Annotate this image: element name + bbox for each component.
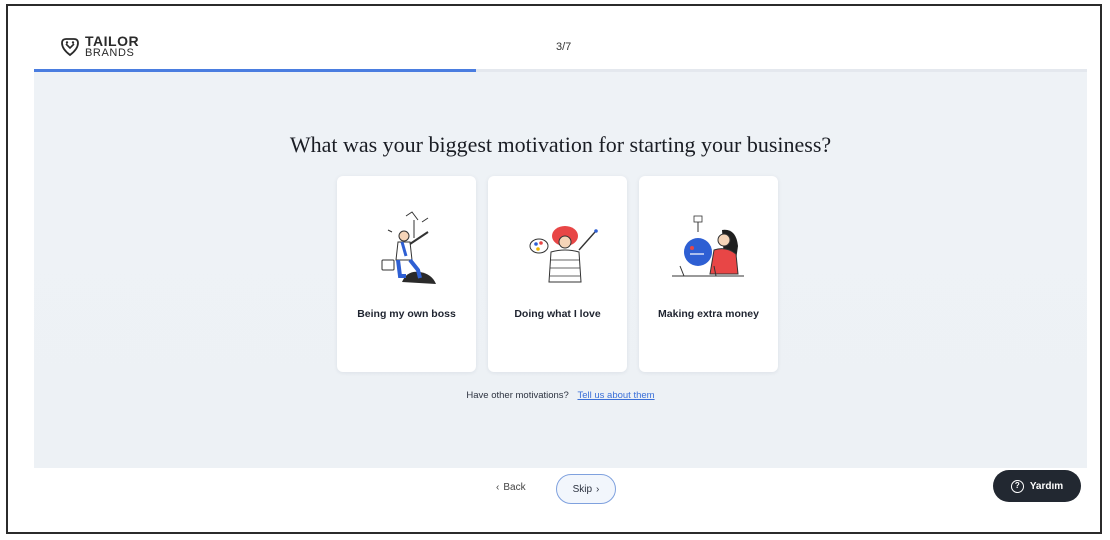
tell-us-link[interactable]: Tell us about them	[577, 390, 654, 401]
header: TAILOR BRANDS 3/7	[27, 24, 1087, 68]
other-motivations-text: Have other motivations?	[466, 390, 569, 401]
tailor-brands-logo-icon	[61, 37, 79, 56]
back-label: Back	[503, 482, 526, 493]
option-card-own-boss[interactable]: Being my own boss	[337, 176, 476, 372]
question-title: What was your biggest motivation for sta…	[289, 132, 832, 157]
back-button[interactable]: ‹ Back	[496, 482, 526, 493]
option-label: Being my own boss	[357, 308, 456, 320]
help-label: Yardım	[1029, 480, 1064, 492]
question-circle-icon: ?	[1010, 479, 1024, 493]
options-grid: Being my own boss Doing what I love Maki…	[337, 176, 779, 372]
artist-palette-icon	[529, 226, 598, 283]
businessman-flag-icon	[381, 211, 436, 284]
option-card-what-i-love[interactable]: Doing what I love	[488, 176, 627, 372]
logo[interactable]: TAILOR BRANDS	[59, 34, 139, 59]
option-label: Making extra money	[658, 308, 759, 320]
woman-piggybank-icon	[672, 215, 744, 277]
chevron-left-icon: ‹	[496, 482, 500, 493]
step-counter: 3/7	[556, 41, 572, 53]
option-label: Doing what I love	[514, 308, 601, 320]
option-card-extra-money[interactable]: Making extra money	[639, 176, 778, 372]
help-button[interactable]: ? Yardım	[993, 470, 1081, 502]
skip-button[interactable]: Skip ›	[556, 474, 616, 504]
logo-text: TAILOR BRANDS	[85, 34, 139, 59]
other-motivations: Have other motivations? Tell us about th…	[34, 390, 1087, 401]
chevron-right-icon: ›	[596, 483, 600, 495]
logo-line1: TAILOR	[85, 33, 140, 49]
question-panel: What was your biggest motivation for sta…	[34, 72, 1087, 468]
logo-line2: BRANDS	[85, 47, 135, 59]
footer-nav: ‹ Back Skip ›	[34, 468, 1087, 524]
skip-label: Skip	[572, 483, 593, 495]
